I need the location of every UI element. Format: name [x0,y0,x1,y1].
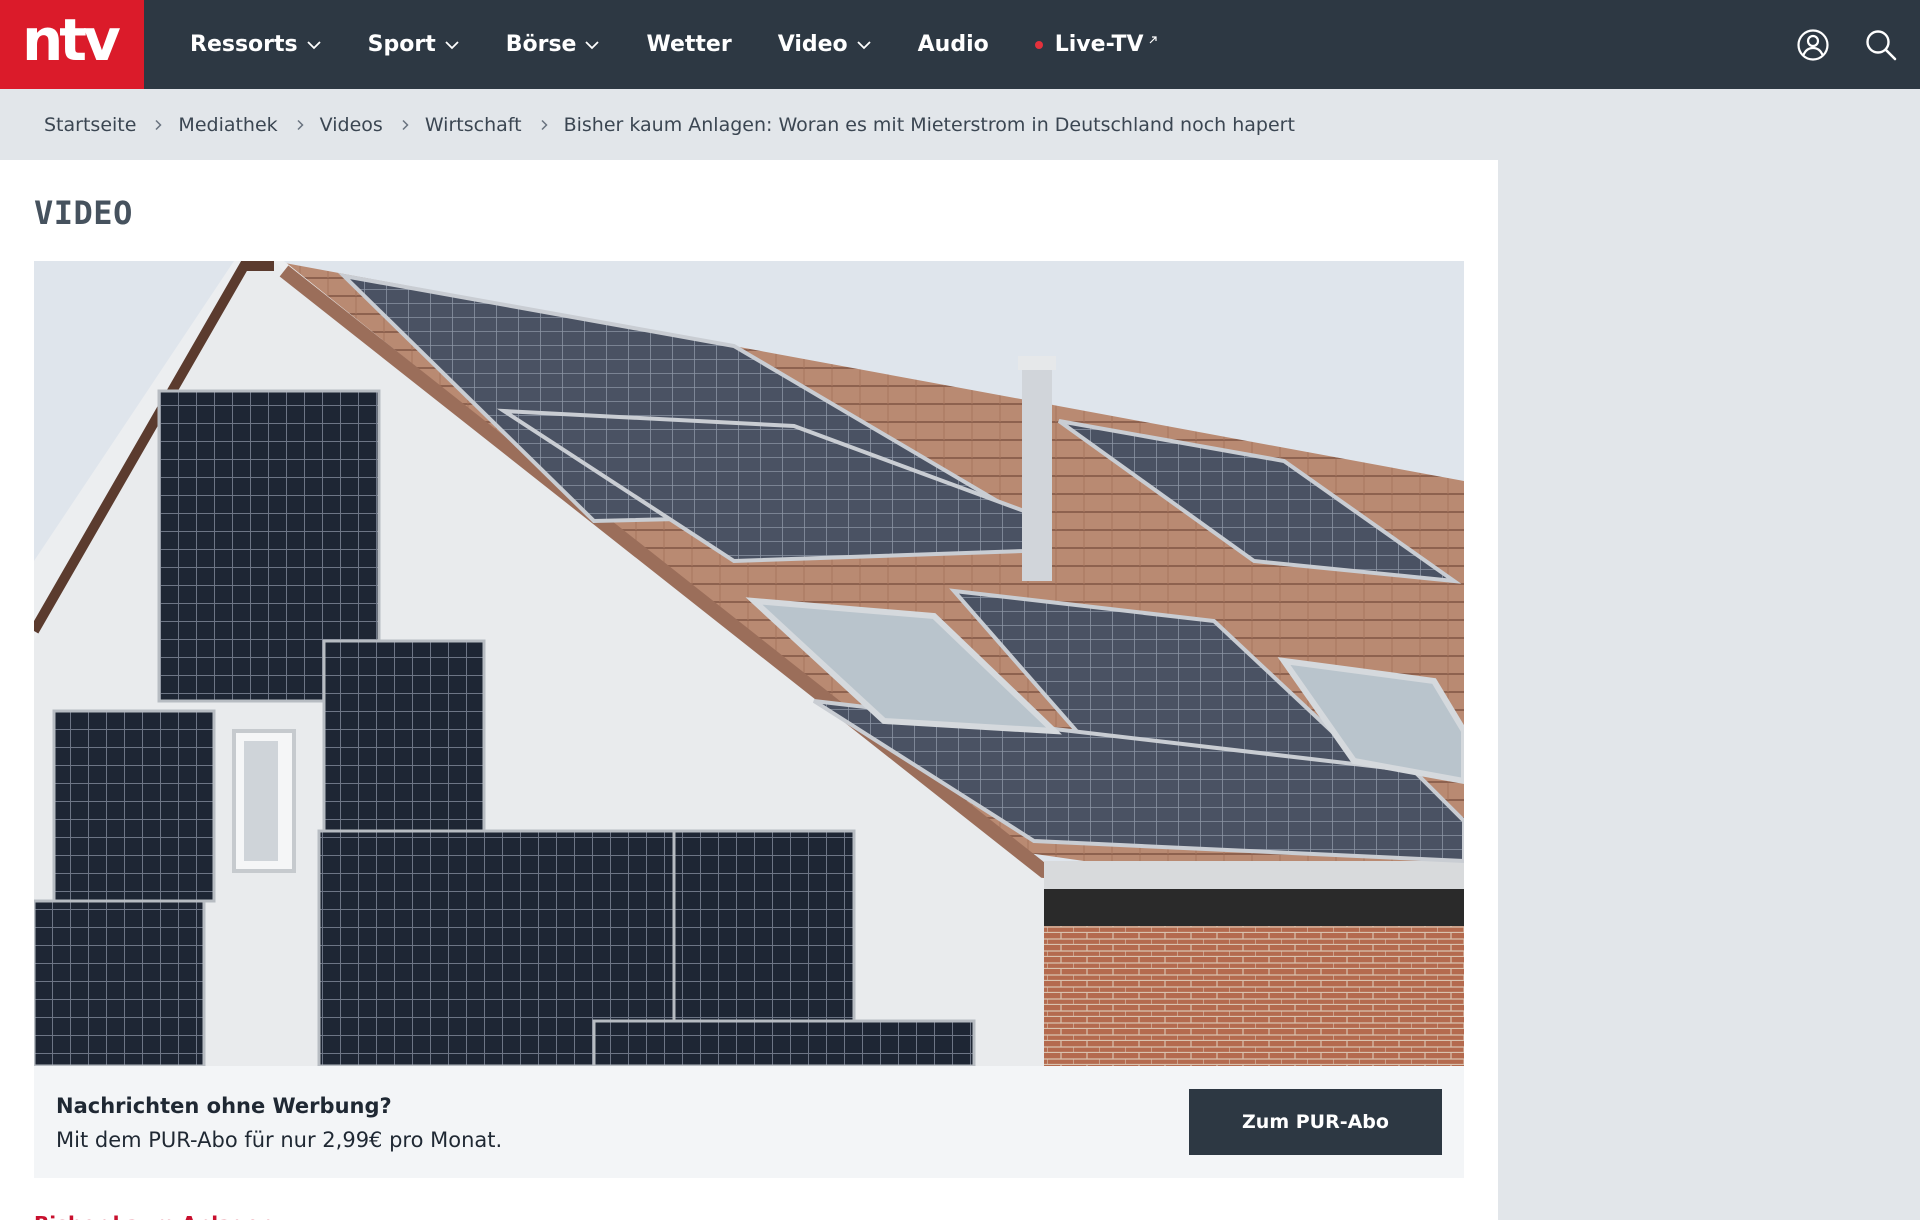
nav-item-wetter[interactable]: Wetter [646,32,731,57]
promo-title: Nachrichten ohne Werbung? [56,1094,392,1118]
nav-item-live-tv[interactable]: Live-TV [1034,32,1158,57]
live-indicator-dot [1034,40,1043,49]
promo-subtitle: Mit dem PUR-Abo für nur 2,99€ pro Monat. [56,1128,503,1152]
nav-item-label: Ressorts [190,32,298,57]
chevron-right-icon [541,119,548,131]
nav-item-boerse[interactable]: Börse [506,32,601,57]
breadcrumb-item-mediathek[interactable]: Mediathek [178,114,277,136]
nav-item-label: Wetter [646,32,732,57]
main-nav: Ressorts Sport Börse Wetter Video Audio … [190,0,1204,89]
breadcrumb-item-videos[interactable]: Videos [320,114,383,136]
nav-item-label: Börse [505,32,577,57]
nav-item-label: Video [777,32,848,57]
user-icon[interactable] [1796,28,1830,62]
chevron-right-icon [402,119,409,131]
nav-item-label: Live-TV [1054,32,1144,57]
chevron-down-icon [857,40,871,49]
article-headline-link[interactable]: Bisher kaum Anlagen [34,1212,274,1220]
chevron-down-icon [445,40,459,49]
ntv-logo[interactable]: ntv [0,0,144,89]
chevron-right-icon [155,119,162,131]
ad-free-promo: Nachrichten ohne Werbung? Mit dem PUR-Ab… [34,1066,1464,1178]
top-navigation-bar: ntv Ressorts Sport Börse Wetter Video Au… [0,0,1920,89]
nav-item-video[interactable]: Video [778,32,872,57]
chevron-right-icon [297,119,304,131]
video-thumbnail-image [34,261,1464,1066]
nav-item-label: Sport [367,32,436,57]
main-content: VIDEO Nachrichten ohne Werbung? Mit dem … [0,160,1498,1220]
logo-text: ntv [22,6,121,74]
section-title: VIDEO [34,194,133,232]
breadcrumb-item-current: Bisher kaum Anlagen: Woran es mit Mieter… [563,114,1295,136]
header-actions [1762,0,1898,89]
search-icon[interactable] [1864,28,1898,62]
breadcrumb-item-startseite[interactable]: Startseite [44,114,136,136]
nav-item-label: Audio [917,32,989,57]
chevron-down-icon [585,40,600,49]
breadcrumb: Startseite Mediathek Videos Wirtschaft B… [44,108,1295,142]
video-player[interactable] [34,261,1464,1066]
nav-item-sport[interactable]: Sport [368,32,460,57]
external-link-icon [1149,35,1157,43]
nav-item-ressorts[interactable]: Ressorts [190,32,322,57]
breadcrumb-item-wirtschaft[interactable]: Wirtschaft [425,114,522,136]
pur-abo-button[interactable]: Zum PUR-Abo [1189,1089,1442,1155]
nav-item-audio[interactable]: Audio [918,32,989,57]
chevron-down-icon [307,40,321,49]
